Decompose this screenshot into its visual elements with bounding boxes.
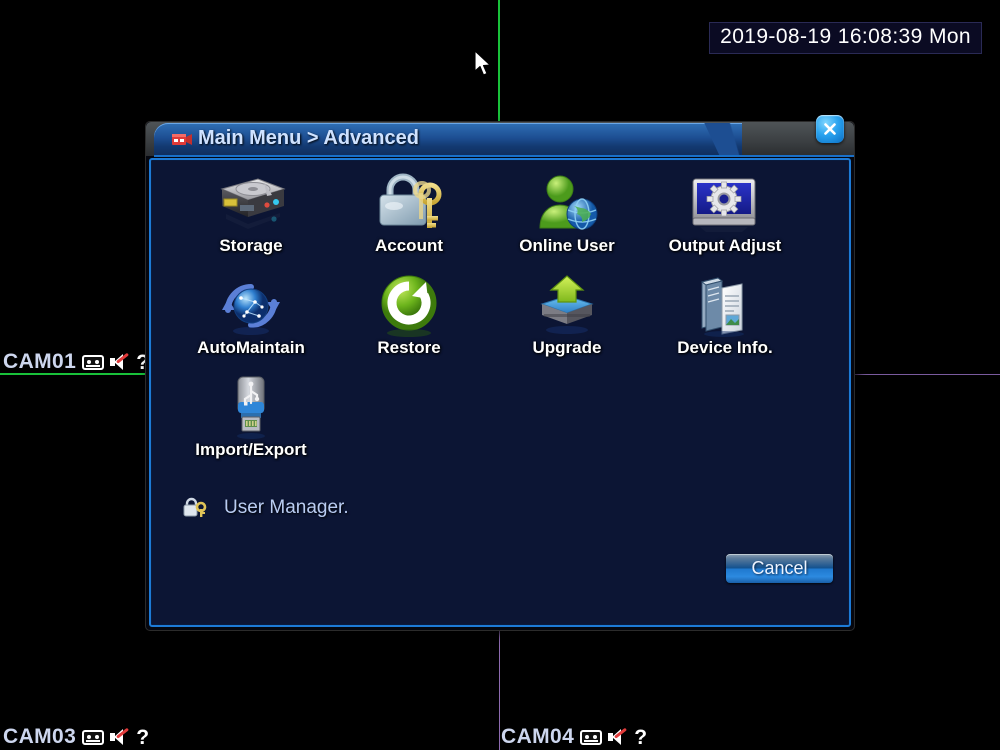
camera-name: CAM04 <box>501 725 575 748</box>
cancel-button-label: Cancel <box>751 558 808 578</box>
menu-item-label: Import/Export <box>195 440 307 459</box>
menu-item-label: Storage <box>219 236 283 255</box>
upload-arrow-icon <box>530 272 604 340</box>
user-globe-icon <box>530 170 604 238</box>
question-mark-icon: ? <box>136 725 150 749</box>
menu-item-label: Account <box>375 236 443 255</box>
close-icon[interactable] <box>816 115 844 143</box>
padlock-key-icon <box>372 170 446 238</box>
menu-item-label: AutoMaintain <box>197 338 305 357</box>
hard-drive-icon <box>212 170 290 238</box>
camera-label-cam03: CAM03 ? <box>3 725 149 749</box>
advanced-menu-grid: Storage Account Online User Output Adjus… <box>172 170 820 476</box>
record-icon <box>82 354 105 370</box>
speaker-muted-icon <box>110 352 130 370</box>
menu-item-import-export[interactable]: Import/Export <box>172 374 330 476</box>
menu-item-label: Output Adjust <box>668 236 782 255</box>
close-x-glyph <box>824 123 836 135</box>
menu-item-account[interactable]: Account <box>330 170 488 272</box>
menu-row-3: Import/Export <box>172 374 820 476</box>
user-manager-row[interactable]: User Manager. <box>182 497 349 519</box>
title-underline <box>154 155 854 157</box>
menu-item-upgrade[interactable]: Upgrade <box>488 272 646 374</box>
record-icon <box>580 729 603 745</box>
advanced-menu-dialog: Main Menu > Advanced Storage Account Onl… <box>146 115 854 630</box>
book-document-icon <box>688 272 762 340</box>
menu-camera-icon <box>172 134 192 145</box>
menu-item-online-user[interactable]: Online User <box>488 170 646 272</box>
menu-item-restore[interactable]: Restore <box>330 272 488 374</box>
osd-timestamp: 2019-08-19 16:08:39 Mon <box>709 22 982 54</box>
usb-drive-icon <box>214 374 288 442</box>
speaker-muted-icon <box>110 727 130 745</box>
camera-name: CAM03 <box>3 725 77 748</box>
dialog-title: Main Menu > Advanced <box>198 127 419 149</box>
camera-label-cam04: CAM04 ? <box>501 725 647 749</box>
user-manager-label: User Manager. <box>224 497 349 518</box>
menu-item-automaintain[interactable]: AutoMaintain <box>172 272 330 374</box>
cancel-button[interactable]: Cancel <box>726 554 833 583</box>
menu-row-1: Storage Account Online User Output Adjus… <box>172 170 820 272</box>
monitor-gear-icon <box>688 170 762 238</box>
menu-row-2: AutoMaintain Restore Upgrade Device Info… <box>172 272 820 374</box>
question-mark-icon: ? <box>634 725 648 749</box>
menu-item-output-adjust[interactable]: Output Adjust <box>646 170 804 272</box>
padlock-key-small-icon <box>183 497 207 517</box>
globe-refresh-icon <box>214 272 288 340</box>
menu-item-label: Upgrade <box>532 338 602 357</box>
menu-item-storage[interactable]: Storage <box>172 170 330 272</box>
menu-item-label: Online User <box>519 236 615 255</box>
record-icon <box>82 729 105 745</box>
menu-item-device-info[interactable]: Device Info. <box>646 272 804 374</box>
menu-item-label: Device Info. <box>677 338 773 357</box>
speaker-muted-icon <box>608 727 628 745</box>
green-refresh-icon <box>374 272 444 340</box>
menu-item-label: Restore <box>377 338 441 357</box>
camera-label-cam01: CAM01 ? <box>3 350 149 374</box>
camera-name: CAM01 <box>3 350 77 373</box>
